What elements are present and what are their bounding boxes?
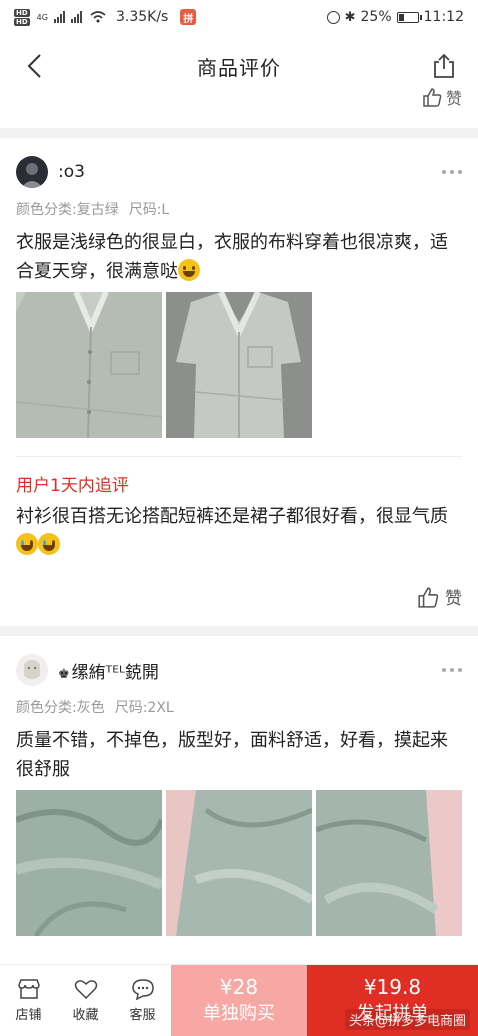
previous-like-button[interactable]: 赞 <box>422 86 462 108</box>
like-button[interactable]: 赞 <box>417 584 462 609</box>
reviewer-name-text: 缧絠ᵀᴱᴸ鋴開 <box>71 662 159 683</box>
wifi-icon <box>90 11 106 23</box>
avatar[interactable] <box>16 654 48 686</box>
network-speed: 3.35K/s <box>115 9 169 25</box>
avatar[interactable] <box>16 156 48 188</box>
hd-icon: HD HD <box>14 8 30 26</box>
review-text-body: 衣服是浅绿色的很显白，衣服的布料穿着也很凉爽，适合夏天穿，很满意哒 <box>16 232 448 282</box>
more-options-icon[interactable] <box>442 668 462 672</box>
buy-alone-button[interactable]: ¥28 单独购买 <box>171 965 307 1036</box>
size-spec: 尺码:L <box>128 202 170 218</box>
review-photo[interactable] <box>316 790 462 936</box>
share-button[interactable] <box>428 50 460 82</box>
followup-text-body: 衬衫很百搭无论搭配短裤还是裙子都很好看，很显气质 <box>16 506 448 527</box>
favorite-button[interactable]: 收藏 <box>57 965 114 1036</box>
group-price: ¥19.8 <box>363 974 422 999</box>
laugh-cry-emoji-icon <box>16 533 38 555</box>
store-icon <box>17 979 40 999</box>
thumbs-up-icon <box>418 586 439 608</box>
followup-title: 用户1天内追评 <box>16 476 129 496</box>
service-label: 客服 <box>129 1008 156 1023</box>
grin-emoji-icon <box>178 259 200 281</box>
single-price: ¥28 <box>219 974 259 999</box>
product-spec: 颜色分类:复古绿 尺码:L <box>16 198 462 222</box>
back-button[interactable] <box>18 50 50 82</box>
chevron-left-icon <box>27 54 41 78</box>
followup-text: 衬衫很百搭无论搭配短裤还是裙子都很好看，很显气质 <box>16 502 462 560</box>
start-group-buy-button[interactable]: ¥19.8 发起拼单 头条@拼多多电商圈 <box>307 965 478 1036</box>
crown-icon: ♚ <box>58 666 70 682</box>
bluetooth-icon: ✱ <box>344 9 356 25</box>
share-icon <box>434 53 454 78</box>
color-spec: 颜色分类:复古绿 <box>16 202 119 218</box>
alarm-icon <box>326 10 340 24</box>
bottom-action-bar: 店铺 收藏 客服 ¥28 单独购买 ¥19.8 发起拼单 头条@拼多多电商圈 <box>0 964 478 1036</box>
review-card: ♚ 缧絠ᵀᴱᴸ鋴開 颜色分类:灰色 尺码:2XL 质量不错，不掉色，版型好，面料舒适… <box>0 644 478 936</box>
chat-icon <box>131 979 154 1000</box>
page-title: 商品评价 <box>197 55 281 80</box>
shop-label: 店铺 <box>15 1008 42 1023</box>
review-card: :o3 颜色分类:复古绿 尺码:L 衣服是浅绿色的很显白，衣服的布料穿着也很凉爽，… <box>0 146 478 609</box>
watermark: 头条@拼多多电商圈 <box>344 1009 470 1030</box>
review-text: 衣服是浅绿色的很显白，衣服的布料穿着也很凉爽，适合夏天穿，很满意哒 <box>16 228 462 286</box>
review-text: 质量不错，不掉色，版型好，面料舒适，好看，摸起来很舒服 <box>16 730 448 780</box>
review-photos <box>16 292 462 438</box>
color-spec: 颜色分类:灰色 <box>16 700 105 716</box>
reviewer-name[interactable]: ♚ 缧絠ᵀᴱᴸ鋴開 <box>58 658 159 683</box>
reviewer-name[interactable]: :o3 <box>58 162 85 182</box>
thumbs-up-icon <box>423 88 442 107</box>
status-bar: HD HD 4G 3.35K/s 拼 ✱ 25% 11:12 <box>0 0 478 34</box>
shop-button[interactable]: 店铺 <box>0 965 57 1036</box>
like-label: 赞 <box>445 89 462 108</box>
battery-level <box>398 13 404 21</box>
top-nav: 商品评价 <box>0 34 478 98</box>
review-photo[interactable] <box>16 292 162 438</box>
section-divider <box>0 626 478 636</box>
app-notification-icon: 拼 <box>180 9 197 25</box>
product-spec: 颜色分类:灰色 尺码:2XL <box>16 696 462 720</box>
laugh-cry-emoji-icon <box>38 533 60 555</box>
review-photo[interactable] <box>166 292 312 438</box>
customer-service-button[interactable]: 客服 <box>114 965 171 1036</box>
review-photo[interactable] <box>166 790 312 936</box>
divider <box>16 456 462 457</box>
more-options-icon[interactable] <box>442 170 462 174</box>
section-divider <box>0 128 478 138</box>
review-photos <box>16 790 462 936</box>
like-label: 赞 <box>445 589 462 609</box>
network-type: 4G <box>36 12 48 22</box>
battery-icon <box>396 11 422 23</box>
size-spec: 尺码:2XL <box>114 700 174 716</box>
signal-icon <box>70 11 82 23</box>
heart-icon <box>74 980 97 1000</box>
battery-percent: 25% <box>360 9 392 25</box>
single-buy-label: 单独购买 <box>203 1002 275 1024</box>
clock: 11:12 <box>423 9 464 25</box>
review-photo[interactable] <box>16 790 162 936</box>
signal-icon <box>53 11 65 23</box>
favorite-label: 收藏 <box>72 1008 99 1023</box>
